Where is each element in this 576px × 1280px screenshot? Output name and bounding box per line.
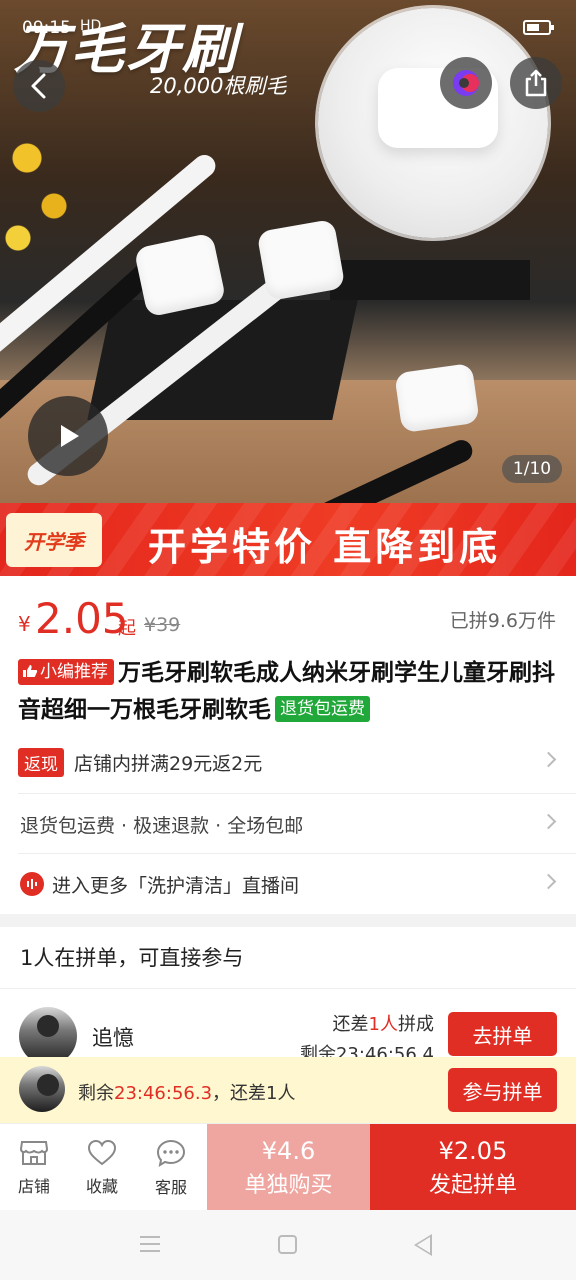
divider bbox=[0, 988, 576, 989]
price-value: 2.05 bbox=[35, 594, 129, 643]
thumbs-up-icon bbox=[23, 665, 38, 677]
hero-bristle bbox=[256, 218, 346, 302]
group-list-item: 追憶 还差1人拼成 剩余23:46:56.4 去拼单 bbox=[0, 1000, 576, 1065]
cashback-text: 店铺内拼满29元返2元 bbox=[74, 752, 263, 775]
system-nav-bar bbox=[0, 1210, 576, 1280]
hero-zoom-lens bbox=[318, 8, 548, 238]
return-shipping-tag: 退货包运费 bbox=[275, 696, 370, 722]
chevron-right-icon bbox=[540, 751, 557, 768]
heart-icon bbox=[87, 1139, 117, 1165]
status-network: HD bbox=[80, 18, 102, 34]
store-button[interactable]: 店铺 bbox=[0, 1124, 68, 1211]
status-time: 09:15 bbox=[22, 18, 71, 38]
live-icon bbox=[20, 872, 44, 896]
hero-bristle bbox=[394, 362, 480, 434]
group-need-text: 还差1人拼成 bbox=[332, 1014, 434, 1035]
editor-recommend-tag: 小编推荐 bbox=[18, 659, 114, 685]
favorite-button[interactable]: 收藏 bbox=[68, 1124, 136, 1211]
sold-count: 已拼9.6万件 bbox=[449, 610, 556, 632]
pdd-button[interactable] bbox=[440, 57, 492, 109]
start-group-label: 发起拼单 bbox=[428, 1172, 517, 1198]
section-gap bbox=[0, 914, 576, 927]
back-button[interactable] bbox=[13, 60, 65, 112]
price-row: ¥ 2.05 起 ¥39 已拼9.6万件 bbox=[0, 590, 576, 650]
notice-text: 剩余23:46:56.3，还差1人 bbox=[78, 1083, 296, 1104]
favorite-label: 收藏 bbox=[85, 1176, 118, 1196]
hero-flowers bbox=[0, 110, 90, 270]
start-group-button[interactable]: ¥2.05 发起拼单 bbox=[370, 1124, 576, 1211]
pdd-logo-icon bbox=[453, 70, 479, 96]
share-icon bbox=[525, 69, 547, 97]
play-icon bbox=[61, 425, 79, 447]
participate-group-button[interactable]: 参与拼单 bbox=[448, 1068, 557, 1112]
price-currency: ¥ bbox=[18, 612, 31, 636]
customer-service-label: 客服 bbox=[154, 1177, 187, 1197]
battery-icon bbox=[523, 20, 554, 35]
share-button[interactable] bbox=[510, 57, 562, 109]
service-text: 退货包运费 · 极速退款 · 全场包邮 bbox=[20, 814, 304, 837]
bottom-action-bar: 店铺 收藏 客服 ¥4.6 单独购买 ¥2.05 发起拼单 bbox=[0, 1123, 576, 1211]
group-notice-bar: 剩余23:46:56.3，还差1人 参与拼单 bbox=[0, 1057, 576, 1123]
store-icon bbox=[19, 1140, 49, 1165]
group-user-name: 追憶 bbox=[92, 1026, 134, 1050]
buy-alone-button[interactable]: ¥4.6 单独购买 bbox=[207, 1124, 370, 1211]
store-label: 店铺 bbox=[17, 1176, 50, 1196]
product-image-carousel[interactable]: 万毛牙刷 20,000根刷毛 09:15 HD 1/10 bbox=[0, 0, 576, 503]
hero-subtitle: 20,000根刷毛 bbox=[150, 74, 287, 98]
original-price: ¥39 bbox=[144, 614, 181, 636]
customer-service-button[interactable]: 客服 bbox=[137, 1124, 205, 1211]
chevron-right-icon bbox=[540, 813, 557, 830]
back-arrow-icon bbox=[31, 73, 46, 99]
service-row[interactable]: 退货包运费 · 极速退款 · 全场包邮 bbox=[0, 794, 576, 854]
editor-recommend-label: 小编推荐 bbox=[40, 662, 108, 682]
price-suffix: 起 bbox=[118, 618, 136, 639]
home-icon[interactable] bbox=[278, 1235, 297, 1254]
cashback-tag: 返现 bbox=[18, 747, 64, 777]
live-room-row[interactable]: 进入更多「洗护清洁」直播间 bbox=[0, 854, 576, 914]
promo-banner[interactable]: 开学季 开学特价 直降到底 bbox=[0, 503, 576, 576]
chevron-right-icon bbox=[540, 873, 557, 890]
chat-icon bbox=[156, 1139, 186, 1167]
live-room-text: 进入更多「洗护清洁」直播间 bbox=[52, 874, 300, 897]
buy-alone-price: ¥4.6 bbox=[261, 1136, 316, 1165]
product-title: 小编推荐 万毛牙刷软毛成人纳米牙刷学生儿童牙刷抖音超细一万根毛牙刷软毛 退货包运费 bbox=[18, 655, 558, 729]
banner-badge: 开学季 bbox=[6, 513, 102, 567]
cashback-row[interactable]: 返现 店铺内拼满29元返2元 bbox=[0, 732, 576, 792]
menu-icon[interactable] bbox=[140, 1236, 160, 1252]
back-icon[interactable] bbox=[414, 1234, 432, 1256]
banner-text: 开学特价 直降到底 bbox=[148, 525, 502, 569]
image-counter: 1/10 bbox=[502, 455, 562, 483]
group-heading: 1人在拼单，可直接参与 bbox=[20, 946, 244, 970]
buy-alone-label: 单独购买 bbox=[244, 1172, 333, 1198]
join-group-button[interactable]: 去拼单 bbox=[448, 1012, 557, 1056]
play-video-button[interactable] bbox=[28, 396, 108, 476]
avatar bbox=[19, 1066, 65, 1112]
hero-box-lid bbox=[330, 260, 530, 300]
start-group-price: ¥2.05 bbox=[438, 1136, 508, 1165]
